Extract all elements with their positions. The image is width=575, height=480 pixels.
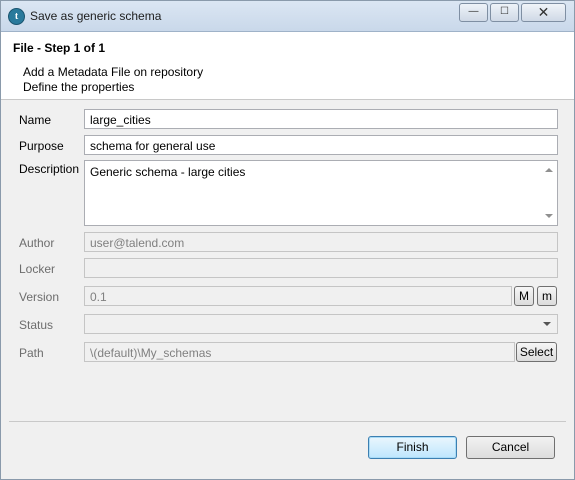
header-description-line-1: Add a Metadata File on repository — [23, 65, 204, 79]
minor-version-button[interactable]: m — [537, 286, 557, 306]
close-icon: ✕ — [537, 4, 550, 20]
name-label: Name — [19, 113, 52, 127]
version-input: 0.1 — [84, 286, 512, 306]
path-label: Path — [19, 346, 44, 360]
close-button[interactable]: ✕ — [521, 3, 566, 22]
maximize-icon: ☐ — [500, 6, 509, 17]
name-input[interactable]: large_cities — [84, 109, 558, 129]
description-label: Description — [19, 162, 80, 176]
purpose-input[interactable]: schema for general use — [84, 135, 558, 155]
purpose-label: Purpose — [19, 139, 64, 153]
status-combo[interactable] — [84, 314, 558, 334]
major-version-button[interactable]: M — [514, 286, 534, 306]
locker-label: Locker — [19, 262, 56, 276]
locker-input — [84, 258, 558, 278]
wizard-header: File - Step 1 of 1 Add a Metadata File o… — [1, 32, 574, 100]
save-generic-schema-dialog: t Save as generic schema — ☐ ✕ File - St… — [0, 0, 575, 480]
minimize-icon: — — [468, 6, 479, 17]
maximize-button[interactable]: ☐ — [490, 3, 519, 22]
window-title: Save as generic schema — [30, 9, 162, 23]
finish-button[interactable]: Finish — [368, 436, 457, 459]
description-scrollbar[interactable] — [542, 162, 556, 224]
description-text: Generic schema - large cities — [90, 165, 246, 179]
author-input: user@talend.com — [84, 232, 558, 252]
title-bar[interactable]: t Save as generic schema — ☐ ✕ — [1, 1, 574, 32]
status-label: Status — [19, 318, 54, 332]
scroll-up-arrow-icon[interactable] — [545, 168, 553, 172]
step-title: File - Step 1 of 1 — [13, 41, 106, 55]
cancel-button[interactable]: Cancel — [466, 436, 555, 459]
talend-app-icon: t — [8, 8, 25, 25]
scroll-down-arrow-icon[interactable] — [545, 214, 553, 218]
path-input: \(default)\My_schemas — [84, 342, 515, 362]
chevron-down-icon[interactable] — [543, 322, 551, 326]
minimize-button[interactable]: — — [459, 3, 488, 22]
window-controls: — ☐ ✕ — [459, 3, 566, 22]
header-description-line-2: Define the properties — [23, 80, 135, 94]
select-path-button[interactable]: Select — [516, 342, 557, 362]
footer-separator — [9, 421, 566, 422]
version-label: Version — [19, 290, 60, 304]
description-textarea[interactable]: Generic schema - large cities — [84, 160, 558, 226]
author-label: Author — [19, 236, 55, 250]
